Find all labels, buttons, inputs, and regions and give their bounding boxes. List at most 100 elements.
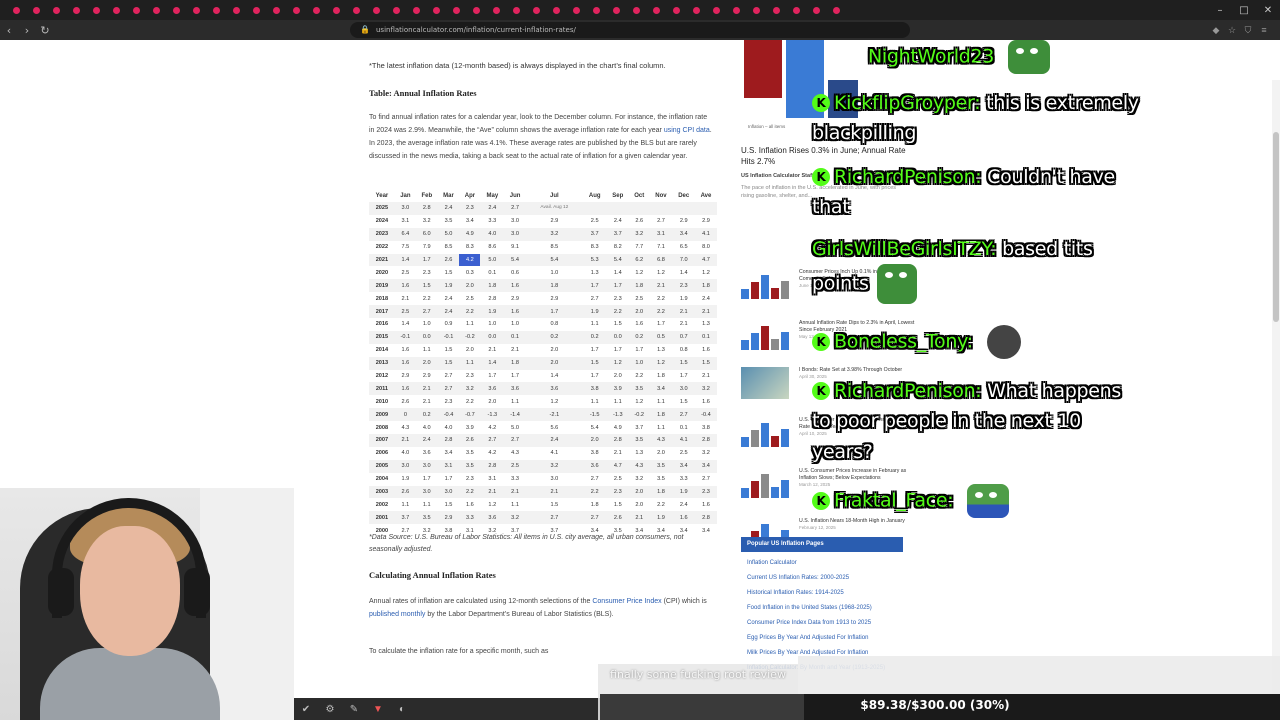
popular-page-link[interactable]: Inflation Calculator xyxy=(747,560,917,575)
popular-page-link[interactable]: Egg Prices By Year And Adjusted For Infl… xyxy=(747,635,917,650)
rate-cell: 1.4 xyxy=(394,253,416,267)
browser-tab[interactable] xyxy=(506,0,526,20)
rate-cell: 1.9 xyxy=(672,485,695,499)
browser-tab[interactable] xyxy=(406,0,426,20)
browser-tab[interactable] xyxy=(586,0,606,20)
minimize-icon[interactable]: – xyxy=(1208,0,1232,20)
browser-tab[interactable] xyxy=(546,0,566,20)
browser-tab[interactable] xyxy=(146,0,166,20)
browser-tab[interactable] xyxy=(266,0,286,20)
popular-page-link[interactable]: Food Inflation in the United States (196… xyxy=(747,605,917,620)
rate-cell: 1.4 xyxy=(480,356,505,370)
rate-cell: 3.5 xyxy=(629,382,650,396)
browser-tab[interactable] xyxy=(346,0,366,20)
related-article-date: February 12, 2025 xyxy=(799,525,836,531)
popular-page-link[interactable]: Current US Inflation Rates: 2000-2025 xyxy=(747,575,917,590)
column-header: Dec xyxy=(672,190,695,202)
browser-tab[interactable] xyxy=(106,0,126,20)
page-scrollbar[interactable] xyxy=(1272,80,1280,720)
rate-cell: 2.8 xyxy=(694,434,717,447)
start-icon[interactable]: ✔ xyxy=(298,701,314,717)
pen-icon[interactable]: ✎ xyxy=(346,701,362,717)
browser-tab[interactable] xyxy=(766,0,786,20)
browser-tab[interactable] xyxy=(526,0,546,20)
thumbnail-bar xyxy=(761,326,769,350)
rate-cell: 1.5 xyxy=(613,321,622,328)
reload-icon[interactable]: ↻ xyxy=(36,21,54,39)
tab-favicon-icon xyxy=(772,6,780,14)
browser-tab[interactable] xyxy=(566,0,586,20)
browser-tab[interactable] xyxy=(206,0,226,20)
browser-tab[interactable] xyxy=(666,0,686,20)
browser-extensions: ◆ ☆ ⛉ ≡ xyxy=(1210,20,1270,40)
tab-favicon-icon xyxy=(572,6,580,14)
rate-cell: 2.7 xyxy=(437,382,460,396)
browser-tab[interactable] xyxy=(46,0,66,20)
browser-tab[interactable] xyxy=(166,0,186,20)
rate-cell: 1.8 xyxy=(504,356,526,370)
browser-tab[interactable] xyxy=(806,0,826,20)
published-monthly-link[interactable]: published monthly xyxy=(369,611,425,618)
rate-cell: 1.5 xyxy=(613,501,622,508)
browser-tab[interactable] xyxy=(186,0,206,20)
browser-tab[interactable] xyxy=(246,0,266,20)
address-bar[interactable]: 🔒 usinflationcalculator.com/inflation/cu… xyxy=(350,22,910,38)
cpi-link[interactable]: Consumer Price Index xyxy=(592,598,661,605)
rate-cell: 2.5 xyxy=(635,295,644,302)
browser-tab[interactable] xyxy=(726,0,746,20)
browser-tab[interactable] xyxy=(386,0,406,20)
tab-favicon-icon xyxy=(592,6,600,14)
browser-tab[interactable] xyxy=(426,0,446,20)
browser-tab[interactable] xyxy=(706,0,726,20)
browser-tab[interactable] xyxy=(286,0,306,20)
tab-favicon-icon xyxy=(72,6,80,14)
browser-tab[interactable] xyxy=(486,0,506,20)
browser-tab[interactable] xyxy=(686,0,706,20)
back-icon[interactable]: ‹ xyxy=(0,21,18,39)
app-icon[interactable]: ⚙ xyxy=(322,701,338,717)
browser-tab[interactable] xyxy=(6,0,26,20)
browser-tab[interactable] xyxy=(126,0,146,20)
close-icon[interactable]: ✕ xyxy=(1256,0,1280,20)
browser-tab[interactable] xyxy=(86,0,106,20)
chart-caption: Inflation – all items xyxy=(748,124,786,129)
rate-cell: 1.1 xyxy=(511,501,519,508)
browser-tab[interactable] xyxy=(786,0,806,20)
browser-tab[interactable] xyxy=(466,0,486,20)
browser-tab[interactable] xyxy=(226,0,246,20)
forward-icon[interactable]: › xyxy=(18,21,36,39)
shield-icon[interactable]: ⛉ xyxy=(1242,24,1254,36)
extension-icon[interactable]: ◆ xyxy=(1210,24,1222,36)
browser-tab[interactable] xyxy=(306,0,326,20)
browser-tab[interactable] xyxy=(326,0,346,20)
thumbnail-bar xyxy=(781,429,789,447)
browser-icon[interactable]: ▼ xyxy=(370,701,386,717)
related-article-thumbnail xyxy=(741,320,791,352)
browser-tab[interactable] xyxy=(626,0,646,20)
table-row: 2010 2.6 2.1 2.3 2.2 2.0 1.1 1.2 1.1 1.1 1.2 1.1 1.5… xyxy=(369,395,717,408)
thumbnail-bar xyxy=(751,333,759,350)
browser-tab[interactable] xyxy=(446,0,466,20)
browser-tab[interactable] xyxy=(366,0,386,20)
browser-tab[interactable] xyxy=(746,0,766,20)
browser-tab[interactable] xyxy=(646,0,666,20)
popular-page-link[interactable]: Historical Inflation Rates: 1914-2025 xyxy=(747,590,917,605)
maximize-icon[interactable]: □ xyxy=(1232,0,1256,20)
browser-tab[interactable] xyxy=(606,0,626,20)
rate-cell: 2.5 xyxy=(679,450,688,457)
browser-tab[interactable] xyxy=(66,0,86,20)
browser-tab[interactable] xyxy=(26,0,46,20)
thumbnail-bar xyxy=(751,481,759,498)
bookmark-icon[interactable]: ☆ xyxy=(1226,24,1238,36)
cpi-data-link[interactable]: using CPI data xyxy=(664,127,710,134)
year-cell: 2010 xyxy=(375,398,389,405)
browser-tab[interactable] xyxy=(826,0,846,20)
menu-icon[interactable]: ≡ xyxy=(1258,24,1270,36)
scroll-thumb[interactable] xyxy=(1273,132,1279,322)
audio-icon[interactable]: ◐ xyxy=(394,701,410,717)
rate-cell: 2.8 xyxy=(480,459,505,473)
year-cell: 2003 xyxy=(369,485,395,499)
rate-cell: 0.9 xyxy=(444,321,453,328)
related-article-thumbnail xyxy=(741,269,791,301)
popular-page-link[interactable]: Consumer Price Index Data from 1913 to 2… xyxy=(747,620,917,635)
